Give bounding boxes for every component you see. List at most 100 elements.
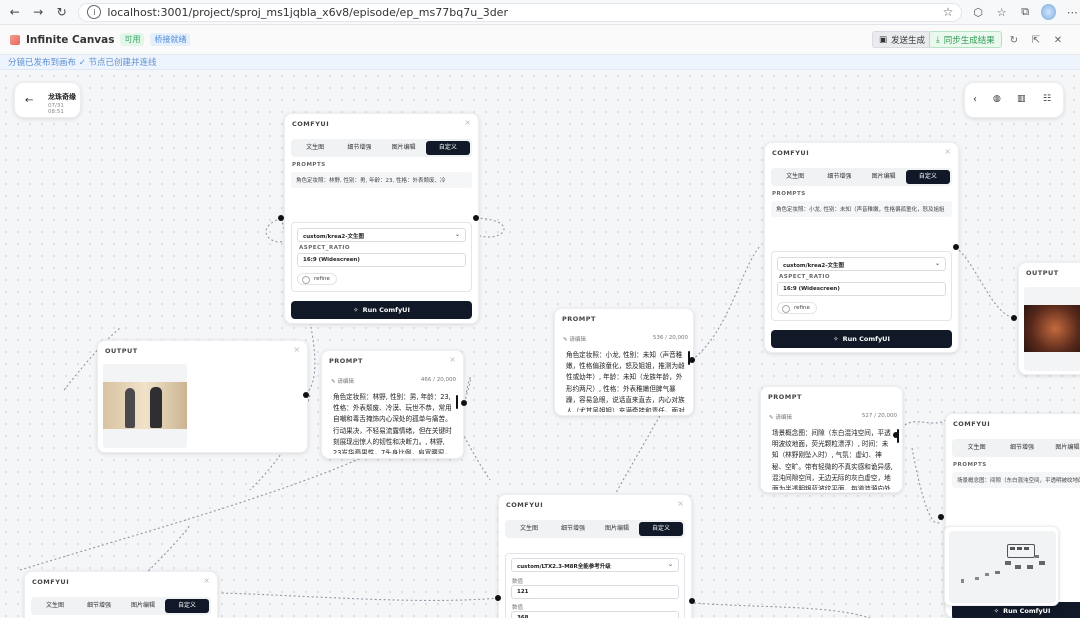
comfyui-node-2[interactable]: COMFYUI × 文生图 细节增强 图片编辑 自定义 PROMPTS 角色定妆… xyxy=(764,142,959,353)
tab-detail-enhance[interactable]: 细节增强 xyxy=(999,441,1044,455)
refresh-icon[interactable]: ↻ xyxy=(1008,34,1020,46)
output-image[interactable] xyxy=(103,382,187,429)
profile-avatar[interactable] xyxy=(1040,4,1057,20)
project-chip[interactable]: ← 龙珠奇缘 07/31 08:51 xyxy=(14,82,81,118)
comfyui-node-4[interactable]: COMFYUI × 文生图 细节增强 图片编辑 自定义 xyxy=(24,571,218,618)
tab-image-edit[interactable]: 图片编辑 xyxy=(121,599,165,613)
close-icon[interactable]: × xyxy=(293,345,300,354)
number-field-1[interactable]: 121 xyxy=(511,585,679,599)
send-generate-button[interactable]: ▣ 发送生成 xyxy=(872,31,933,48)
tab-text-to-image[interactable]: 文生图 xyxy=(954,441,999,455)
dragon-output-image[interactable] xyxy=(1024,305,1080,352)
connection-handle[interactable] xyxy=(689,357,695,363)
tab-detail-enhance[interactable]: 细节增强 xyxy=(817,170,861,184)
connection-handle[interactable] xyxy=(495,595,501,601)
close-icon[interactable]: ✕ xyxy=(1052,34,1064,46)
tab-image-edit[interactable]: 图片编辑 xyxy=(1045,441,1080,455)
run-label: Run ComfyUI xyxy=(1003,607,1051,615)
collections-icon[interactable]: ⧉ xyxy=(1017,4,1033,20)
close-icon[interactable]: × xyxy=(677,499,684,508)
connection-handle[interactable] xyxy=(461,400,467,406)
tab-text-to-image[interactable]: 文生图 xyxy=(773,170,817,184)
sync-results-button[interactable]: ⤓ 同步生成结果 xyxy=(929,31,1002,48)
prompt-node-2[interactable]: PROMPT ✎ 请编辑 536 / 20,000 角色定妆照：小龙, 性别：未… xyxy=(554,308,694,416)
tab-text-to-image[interactable]: 文生图 xyxy=(293,141,337,155)
tab-custom[interactable]: 自定义 xyxy=(639,522,683,536)
comfyui-node-3[interactable]: COMFYUI × 文生图 细节增强 图片编辑 自定义 custom/LTX2.… xyxy=(498,494,692,618)
close-icon[interactable]: × xyxy=(203,576,210,585)
number-field-2[interactable]: 368 xyxy=(511,611,679,618)
connection-handle[interactable] xyxy=(303,392,309,398)
list-settings-icon[interactable]: ☷ xyxy=(1043,94,1051,104)
status-badge-available: 可用 xyxy=(120,33,145,46)
back-icon[interactable]: ← xyxy=(6,3,23,21)
tab-image-edit[interactable]: 图片编辑 xyxy=(595,522,639,536)
prompts-text[interactable]: 场景概念图：间隙（东白混沌空间，平透明被纹地面， xyxy=(952,472,1080,488)
refine-toggle[interactable]: refine xyxy=(297,273,337,285)
minimap-viewport[interactable] xyxy=(949,531,1056,603)
model-select[interactable]: custom/krea2-文生图 ⌄ xyxy=(297,228,466,242)
node-title: COMFYUI xyxy=(32,578,70,586)
connection-handle[interactable] xyxy=(278,215,284,221)
favorites-icon[interactable]: ☆ xyxy=(994,4,1010,20)
tab-text-to-image[interactable]: 文生图 xyxy=(33,599,77,613)
tab-image-edit[interactable]: 图片编辑 xyxy=(862,170,906,184)
close-icon[interactable]: × xyxy=(944,147,951,156)
chevron-left-icon[interactable]: ‹ xyxy=(973,94,977,105)
canvas-minimap[interactable] xyxy=(944,526,1059,606)
aspect-ratio-field[interactable]: 16:9 (Widescreen) xyxy=(777,282,946,296)
output-node-1[interactable]: OUTPUT × xyxy=(97,340,308,453)
close-icon[interactable]: × xyxy=(449,355,456,364)
connection-handle[interactable] xyxy=(689,598,695,604)
prompt-node-3[interactable]: PROMPT ✎ 请编辑 527 / 20,000 场景概念图：间隙（东白混沌空… xyxy=(760,386,903,493)
open-external-icon[interactable]: ⇱ xyxy=(1030,34,1042,46)
prompts-text[interactable]: 角色定妆照：小龙, 性别：未知（声音稚嫩，性格偏孤童化，怒及姐姐 xyxy=(771,201,952,217)
address-bar[interactable]: i localhost:3001/project/sproj_ms1jqbla_… xyxy=(78,2,963,22)
node-title: PROMPT xyxy=(768,393,802,401)
more-menu-icon[interactable]: ⋯ xyxy=(1064,4,1080,20)
scrollbar[interactable] xyxy=(456,395,458,409)
tab-custom[interactable]: 自定义 xyxy=(165,599,209,613)
run-comfyui-button[interactable]: ✧ Run ComfyUI xyxy=(771,330,952,348)
connection-handle[interactable] xyxy=(938,514,944,520)
tab-text-to-image[interactable]: 文生图 xyxy=(507,522,551,536)
comfyui-node-1[interactable]: COMFYUI × 文生图 细节增强 图片编辑 自定义 PROMPTS 角色定妆… xyxy=(284,113,479,324)
prompts-label: PROMPTS xyxy=(953,462,987,468)
close-icon[interactable]: × xyxy=(464,118,471,127)
reload-icon[interactable]: ↻ xyxy=(53,3,70,21)
palette-icon[interactable]: ◍ xyxy=(993,94,1001,104)
connection-handle[interactable] xyxy=(893,432,899,438)
mode-tabs: 文生图 细节增强 图片编辑 自定义 xyxy=(505,520,685,538)
tab-detail-enhance[interactable]: 细节增强 xyxy=(551,522,595,536)
tab-detail-enhance[interactable]: 细节增强 xyxy=(77,599,121,613)
extensions-icon[interactable]: ⬡ xyxy=(970,4,986,20)
canvas-logo-icon xyxy=(10,34,20,45)
model-select[interactable]: custom/LTX2.3-M8R全能参考升级 ⌄ xyxy=(511,558,679,572)
connection-handle[interactable] xyxy=(473,215,479,221)
back-arrow-icon[interactable]: ← xyxy=(25,95,33,106)
tab-image-edit[interactable]: 图片编辑 xyxy=(382,141,426,155)
bookmark-star-icon[interactable]: ☆ xyxy=(943,5,954,19)
library-icon[interactable]: ▥ xyxy=(1017,94,1026,104)
tab-custom[interactable]: 自定义 xyxy=(425,141,470,155)
tab-custom[interactable]: 自定义 xyxy=(905,170,950,184)
prompt-node-1[interactable]: PROMPT × ✎ 请编辑 466 / 20,000 角色定妆照：林野, 性别… xyxy=(321,350,464,459)
connection-handle[interactable] xyxy=(953,244,959,250)
prompt-text[interactable]: 角色定妆照：林野, 性别：男, 年龄：23, 性格：外表颓废、冷漠、玩世不恭，常… xyxy=(333,392,454,454)
tab-detail-enhance[interactable]: 细节增强 xyxy=(337,141,381,155)
refine-toggle[interactable]: refine xyxy=(777,302,817,314)
model-select[interactable]: custom/krea2-文生图 ⌄ xyxy=(777,257,946,271)
run-comfyui-button[interactable]: ✧ Run ComfyUI xyxy=(291,301,472,319)
model-value: custom/krea2-文生图 xyxy=(783,263,845,269)
aspect-ratio-field[interactable]: 16:9 (Widescreen) xyxy=(297,253,466,267)
canvas-tools-panel: ‹ ◍ ▥ ☷ xyxy=(964,82,1064,118)
connection-handle[interactable] xyxy=(1011,315,1017,321)
infinite-canvas[interactable]: ← 龙珠奇缘 07/31 08:51 ‹ ◍ ▥ ☷ COMFYUI × 文生图… xyxy=(0,70,1080,618)
node-title: COMFYUI xyxy=(953,420,991,428)
forward-icon[interactable]: → xyxy=(29,3,46,21)
output-node-2[interactable]: OUTPUT xyxy=(1018,262,1080,375)
prompt-text[interactable]: 角色定妆照：小龙, 性别：未知（声音稚嫩，性格偏孩童化，怒及姐姐，推测为雌性或幼… xyxy=(566,350,686,412)
site-info-icon[interactable]: i xyxy=(87,5,102,19)
prompts-text[interactable]: 角色定妆照：林野, 性别：男, 年龄：23, 性格：外表颓废、冷 xyxy=(291,172,472,188)
prompt-text[interactable]: 场景概念图：间隙（东白混沌空间，平透明波纹地面，荧光颗粒漂浮）, 时间：未知（林… xyxy=(772,428,894,490)
